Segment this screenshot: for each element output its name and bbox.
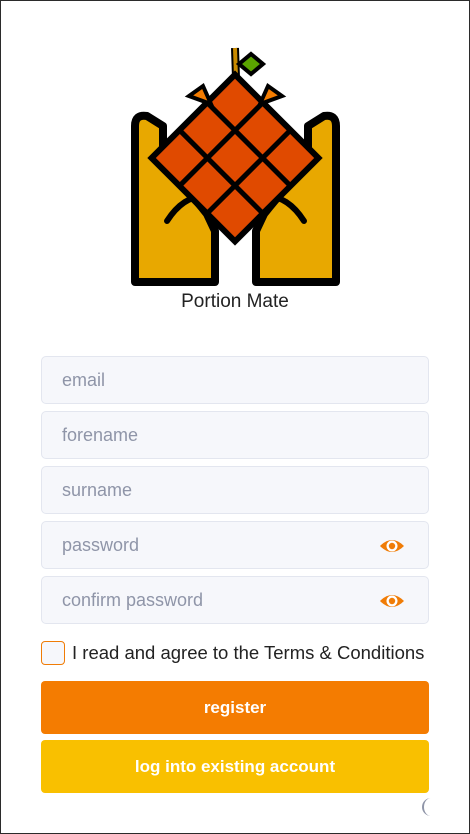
leaf-icon xyxy=(235,51,267,77)
forename-input[interactable] xyxy=(42,412,428,458)
terms-row: I read and agree to the Terms & Conditio… xyxy=(41,640,441,668)
eye-icon[interactable] xyxy=(379,590,405,612)
app-name: Portion Mate xyxy=(181,291,289,312)
app-logo xyxy=(131,47,340,286)
confirm-password-input[interactable] xyxy=(42,577,428,623)
terms-checkbox[interactable] xyxy=(41,641,65,665)
password-field-wrapper xyxy=(41,521,429,569)
eye-icon[interactable] xyxy=(379,535,405,557)
surname-input[interactable] xyxy=(42,467,428,513)
forename-field-wrapper xyxy=(41,411,429,459)
confirm-password-field-wrapper xyxy=(41,576,429,624)
login-button[interactable]: log into existing account xyxy=(41,740,429,793)
email-field-wrapper xyxy=(41,356,429,404)
terms-label: I read and agree to the Terms & Conditio… xyxy=(72,642,425,663)
password-input[interactable] xyxy=(42,522,428,568)
register-button[interactable]: register xyxy=(41,681,429,734)
moon-icon[interactable] xyxy=(419,796,441,818)
email-input[interactable] xyxy=(42,357,428,403)
surname-field-wrapper xyxy=(41,466,429,514)
